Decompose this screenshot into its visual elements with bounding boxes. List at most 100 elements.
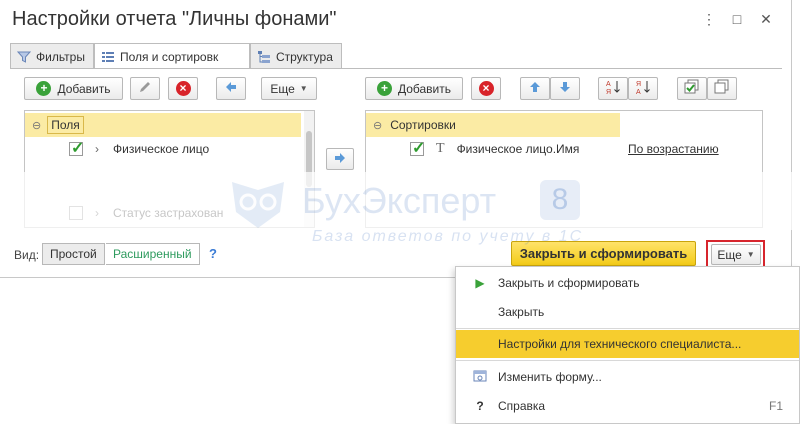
checkbox[interactable]: ✓	[69, 140, 84, 157]
menu-item-close-and-generate[interactable]: ▶ Закрыть и сформировать	[456, 269, 799, 297]
menu-item-close[interactable]: Закрыть	[456, 298, 799, 326]
tree-row[interactable]: ✓ T Физическое лицо.Имя По возрастанию	[366, 137, 762, 161]
fields-icon	[101, 50, 115, 64]
view-extended-button[interactable]: Расширенный	[106, 243, 200, 265]
check-all-icon	[684, 79, 700, 98]
close-and-generate-label: Закрыть и сформировать	[519, 246, 688, 261]
delete-icon: ×	[175, 81, 191, 96]
sort-field-label: Физическое лицо.Имя	[456, 142, 580, 156]
left-move-button[interactable]	[216, 77, 246, 100]
bottom-more-button[interactable]: Еще ▼	[711, 244, 761, 265]
arrow-down-icon	[558, 80, 572, 97]
move-right-button[interactable]	[326, 148, 354, 170]
tab-filters-label: Фильтры	[36, 49, 85, 64]
chevron-down-icon: ▼	[746, 250, 755, 259]
scrollbar-thumb[interactable]	[306, 131, 312, 187]
view-label: Вид:	[14, 248, 40, 262]
sorting-group-row[interactable]: ⊖ Сортировки	[366, 113, 620, 137]
maximize-icon[interactable]: □	[728, 10, 746, 28]
tab-fields-sorting[interactable]: Поля и сортировк	[93, 43, 250, 69]
field-label: Физическое лицо	[113, 142, 210, 156]
filter-icon	[16, 50, 32, 64]
left-more-label: Еще	[270, 81, 295, 96]
chevron-right-icon[interactable]: ›	[95, 142, 99, 156]
move-down-button[interactable]	[550, 77, 580, 100]
arrow-up-icon	[528, 80, 542, 97]
checkmark-icon: ✓	[71, 140, 85, 157]
menu-item-label: Настройки для технического специалиста..…	[498, 337, 742, 351]
checkmark-icon: ✓	[412, 140, 426, 157]
left-more-button[interactable]: Еще ▼	[261, 77, 317, 100]
close-icon[interactable]: ✕	[757, 10, 775, 28]
right-add-label: Добавить	[397, 81, 452, 96]
add-icon: +	[376, 81, 392, 96]
form-edit-icon	[473, 369, 487, 386]
svg-text:A: A	[636, 89, 641, 95]
menu-item-label: Изменить форму...	[498, 370, 602, 384]
menu-item-edit-form[interactable]: Изменить форму...	[456, 363, 799, 391]
svg-text:A: A	[606, 81, 611, 88]
more-dropdown-menu: ▶ Закрыть и сформировать Закрыть Настрой…	[455, 266, 800, 424]
menu-separator	[456, 328, 799, 329]
more-actions-icon[interactable]: ⋮	[700, 10, 718, 28]
tree-row[interactable]: › Статус застрахован	[25, 201, 223, 225]
watermark-number: 8	[540, 180, 580, 220]
sorting-group-label: Сортировки	[390, 118, 456, 132]
tab-fields-sorting-label: Поля и сортировк	[119, 49, 219, 64]
menu-separator	[456, 360, 799, 361]
watermark-subtitle: База ответов по учету в 1С	[312, 228, 584, 245]
menu-item-label: Закрыть	[498, 305, 545, 319]
tab-structure[interactable]: Структура	[249, 43, 342, 69]
tab-filters[interactable]: Фильтры	[10, 43, 94, 69]
watermark-title: БухЭксперт	[302, 180, 497, 221]
collapse-icon: ⊖	[32, 119, 42, 132]
window-title: Настройки отчета "Личны фонами"	[12, 8, 337, 30]
left-add-button[interactable]: + Добавить	[24, 77, 123, 100]
menu-item-help[interactable]: ? Справка F1	[456, 392, 799, 420]
chevron-down-icon: ▼	[299, 84, 308, 93]
left-delete-button[interactable]: ×	[168, 77, 198, 100]
text-type-icon: T	[436, 141, 445, 156]
owl-logo-icon	[228, 176, 288, 232]
right-delete-button[interactable]: ×	[471, 77, 501, 100]
left-add-label: Добавить	[57, 81, 111, 96]
fields-group-row[interactable]: ⊖ Поля	[25, 113, 301, 137]
edit-button[interactable]	[130, 77, 160, 100]
view-simple-button[interactable]: Простой	[42, 243, 105, 265]
tab-structure-label: Структура	[275, 49, 333, 64]
arrow-left-icon	[224, 80, 238, 97]
right-add-button[interactable]: + Добавить	[365, 77, 463, 100]
sort-ascending-icon: AЯ	[605, 79, 621, 98]
structure-icon	[257, 50, 271, 64]
tree-row[interactable]: ✓ › Физическое лицо	[25, 137, 209, 161]
sort-descending-button[interactable]: ЯA	[628, 77, 658, 100]
svg-text:Я: Я	[636, 81, 641, 88]
sort-direction-link[interactable]: По возрастанию	[628, 142, 719, 156]
arrow-right-icon	[333, 151, 347, 168]
menu-item-label: Справка	[498, 399, 546, 413]
uncheck-all-button[interactable]	[707, 77, 737, 100]
delete-icon: ×	[478, 81, 494, 96]
move-up-button[interactable]	[520, 77, 550, 100]
tab-divider	[10, 68, 782, 69]
help-icon: ?	[476, 399, 484, 413]
menu-item-tech-settings[interactable]: Настройки для технического специалиста..…	[456, 330, 799, 358]
svg-text:Я: Я	[606, 89, 611, 95]
sort-ascending-button[interactable]: AЯ	[598, 77, 628, 100]
add-icon: +	[36, 81, 52, 96]
checkbox[interactable]: ✓	[410, 140, 425, 157]
fields-group-label: Поля	[47, 116, 84, 134]
menu-item-shortcut: F1	[768, 399, 783, 413]
uncheck-all-icon	[714, 79, 730, 98]
help-icon[interactable]: ?	[209, 246, 217, 261]
pencil-icon	[138, 80, 152, 97]
tab-bar: Фильтры Поля и сортировк Структура	[10, 43, 342, 69]
app-root: Настройки отчета "Личны фонами" ⋮ □ ✕ Фи…	[0, 0, 800, 424]
check-all-button[interactable]	[677, 77, 707, 100]
menu-item-label: Закрыть и сформировать	[498, 276, 640, 290]
chevron-right-icon[interactable]: ›	[95, 206, 99, 220]
checkbox[interactable]	[69, 206, 83, 220]
bottom-more-label: Еще	[717, 247, 742, 262]
collapse-icon: ⊖	[373, 119, 383, 132]
field-label: Статус застрахован	[113, 206, 224, 220]
